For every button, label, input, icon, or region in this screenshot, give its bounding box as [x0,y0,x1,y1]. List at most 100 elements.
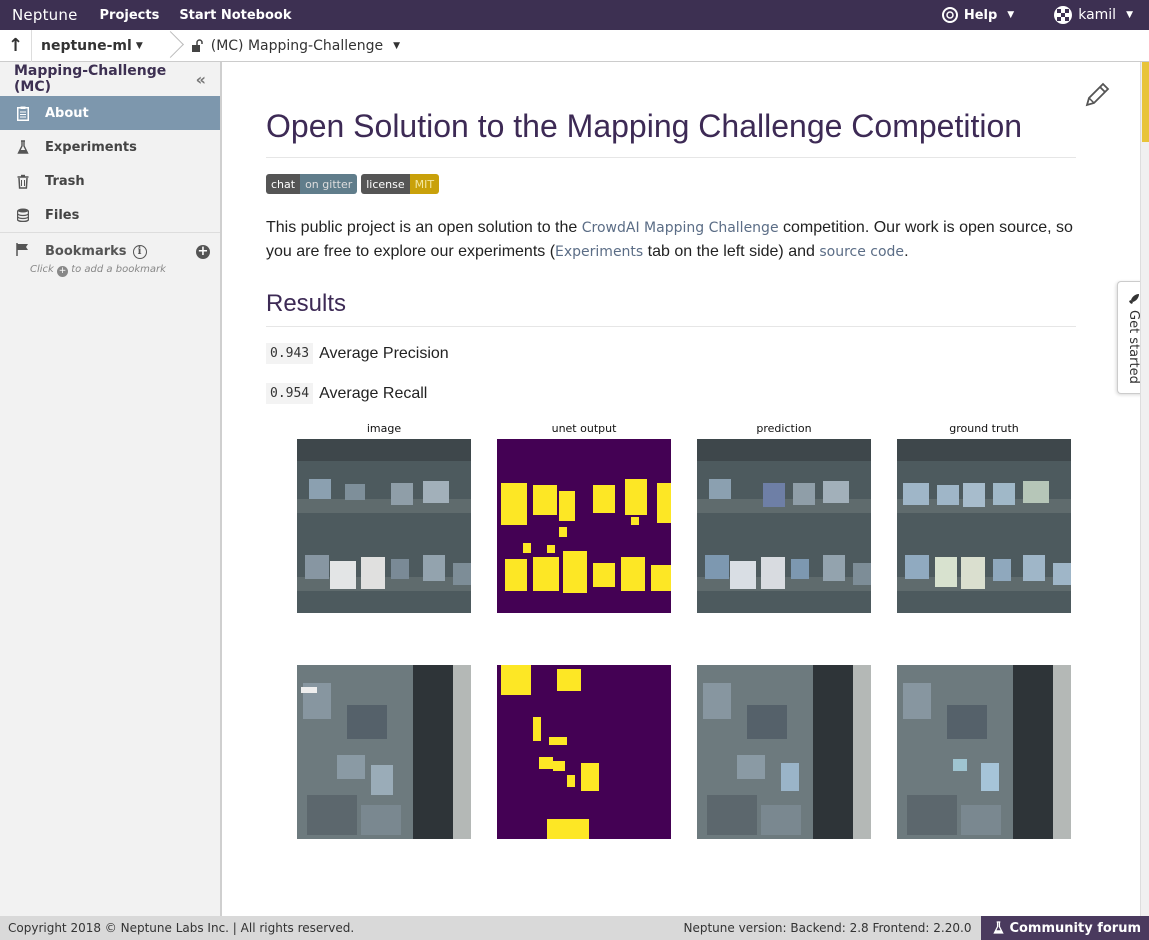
intro-text: tab on the left side) and [643,243,820,260]
ground-truth-overlay [897,439,1071,613]
figure-cell-unet-output: unet output [497,422,671,613]
figure-cell-prediction [697,665,871,839]
badges: chat on gitter license MIT [266,174,440,194]
avatar [1054,6,1073,24]
user-name: kamil [1078,7,1117,23]
metric-value: 0.954 [266,383,314,404]
help-label: Help [963,7,998,23]
intro-text: . [904,243,909,260]
sidebar: Mapping-Challenge (MC) « About Experimen… [0,62,222,916]
flag-icon [16,243,30,260]
ground-truth-overlay [897,665,1071,839]
help-menu[interactable]: Help ▼ [928,7,1028,23]
collapse-icon[interactable]: « [196,70,206,89]
prediction-overlay [697,439,871,613]
source-code-link[interactable]: source code [819,244,904,260]
experiments-link[interactable]: Experiments [555,244,643,260]
add-bookmark-icon[interactable]: + [196,244,210,259]
nav-projects[interactable]: Projects [90,8,170,23]
nav-start-notebook[interactable]: Start Notebook [169,8,301,23]
page-title: Open Solution to the Mapping Challenge C… [266,108,1023,144]
up-arrow-icon[interactable]: ↑ [0,29,32,62]
community-forum-button[interactable]: Community forum [981,916,1149,940]
database-icon [16,208,30,222]
figure-caption: unet output [551,422,617,435]
project-name: (MC) Mapping-Challenge [210,37,384,54]
bookmarks-label: Bookmarks [45,244,127,259]
breadcrumb-project[interactable]: (MC) Mapping-Challenge ▼ [177,38,400,54]
badge-left: license [361,174,410,194]
figure-cell-ground-truth [897,665,1071,839]
user-menu[interactable]: kamil ▼ [1028,6,1149,24]
figure-cell-unet-output [497,665,671,839]
chevron-down-icon: ▼ [135,40,143,51]
flask-icon [993,921,1005,934]
intro-paragraph: This public project is an open solution … [266,216,1086,264]
results-divider [266,326,1076,327]
sidebar-item-label: About [45,105,89,121]
sidebar-item-experiments[interactable]: Experiments [0,130,220,164]
title-divider [266,157,1076,158]
crowdai-link[interactable]: CrowdAI Mapping Challenge [582,220,779,236]
sidebar-item-label: Files [45,207,80,223]
metric-precision: 0.943 Average Precision [266,343,449,364]
intro-text: This public project is an open solution … [266,219,582,236]
project-title: Mapping-Challenge (MC) [14,63,167,95]
badge-left: chat [266,174,301,194]
badge-right: on gitter [300,174,358,194]
scrollbar-thumb[interactable] [1142,62,1149,142]
sidebar-item-label: Experiments [45,139,137,155]
info-icon[interactable]: i [132,244,147,259]
scrollbar[interactable] [1140,62,1149,916]
hint-text-pre: Click [30,264,54,275]
gitter-badge[interactable]: chat on gitter [266,174,358,194]
unlock-icon [191,38,203,52]
results-heading: Results [266,290,347,317]
main-content: Open Solution to the Mapping Challenge C… [224,62,1140,916]
sidebar-item-label: Trash [45,173,85,189]
breadcrumb-separator [163,30,177,62]
figure-cell-ground-truth: ground truth [897,422,1071,613]
organization-name: neptune-ml [41,37,132,54]
license-badge[interactable]: license MIT [361,174,440,194]
neptune-logo[interactable]: Neptune [0,6,90,24]
metric-value: 0.943 [266,343,314,364]
unet-mask [497,665,671,839]
breadcrumb-organization[interactable]: neptune-ml ▼ [32,38,163,54]
sidebar-item-trash[interactable]: Trash [0,164,220,198]
hint-text-post: to add a bookmark [71,264,166,275]
sidebar-item-about[interactable]: About [0,96,220,130]
rocket-icon [1128,290,1140,309]
sidebar-item-files[interactable]: Files [0,198,220,232]
footer: Copyright 2018 © Neptune Labs Inc. | All… [0,916,1149,940]
top-navbar: Neptune Projects Start Notebook Help ▼ k… [0,0,1149,30]
figure-cell-image: image [297,422,471,613]
metric-label: Average Recall [319,384,428,402]
chevron-down-icon: ▼ [1126,10,1133,20]
lifebuoy-icon [941,7,958,23]
metric-recall: 0.954 Average Recall [266,383,427,404]
pencil-icon[interactable] [1082,80,1112,114]
figure-caption: prediction [756,422,812,435]
aerial-image [297,665,471,839]
bookmark-hint: Click + to add a bookmark [0,264,220,277]
chevron-down-icon: ▼ [1007,10,1015,20]
aerial-image [297,439,471,613]
metric-label: Average Precision [319,344,449,362]
document-icon [16,106,30,121]
figure-cell-prediction: prediction [697,422,871,613]
copyright: Copyright 2018 © Neptune Labs Inc. | All… [8,921,355,935]
figure-cell-image [297,665,471,839]
get-started-label: Get started [1126,310,1141,384]
breadcrumb: ↑ neptune-ml ▼ (MC) Mapping-Challenge ▼ [0,29,1149,62]
sidebar-project-title: Mapping-Challenge (MC) « [0,62,220,96]
chevron-down-icon: ▼ [393,40,401,51]
trash-icon [16,174,30,189]
plus-circle-icon: + [57,265,69,277]
unet-mask [497,439,671,613]
badge-right: MIT [409,174,440,194]
figure-caption: image [366,422,402,435]
version-info: Neptune version: Backend: 2.8 Frontend: … [683,921,972,935]
forum-label: Community forum [1009,920,1141,936]
flask-icon [16,139,30,155]
